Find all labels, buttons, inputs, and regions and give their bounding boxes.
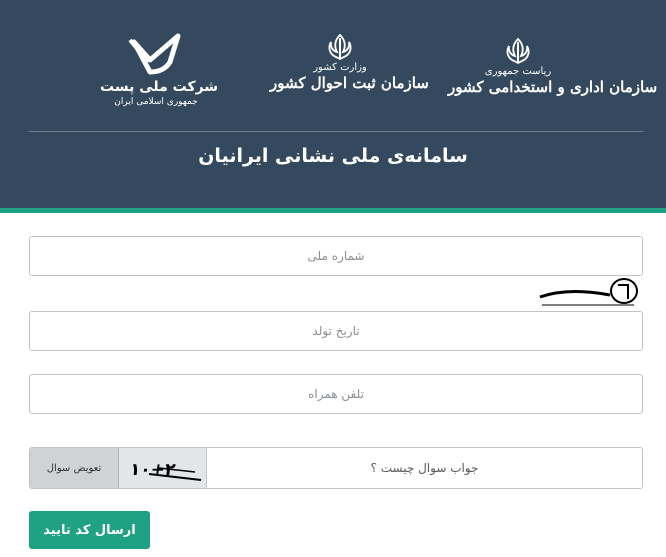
sabt-ahval-logo: وزارت کشور سازمان ثبت احوال کشور xyxy=(270,32,429,92)
captcha-answer-input[interactable] xyxy=(207,448,642,488)
watermark-logo xyxy=(539,278,638,306)
captcha-group: تعویض سوال ۱۰+۲ xyxy=(29,447,643,489)
change-captcha-button[interactable]: تعویض سوال xyxy=(30,448,119,488)
page-title: سامانه‌ی ملی نشانی ایرانیان xyxy=(198,145,468,167)
national-post-logo: شرکت ملی پست جمهوری اسلامی ایران xyxy=(100,32,219,108)
mobile-input[interactable] xyxy=(29,374,643,414)
header-divider xyxy=(29,131,643,132)
accent-bar xyxy=(0,208,666,213)
send-verification-button[interactable]: ارسال کد تایید xyxy=(29,511,150,549)
estekhdam-logo-title: سازمان اداری و استخدامی کشور xyxy=(448,78,658,96)
iran-emblem-icon xyxy=(328,33,352,61)
post-bird-icon xyxy=(128,33,181,75)
sabt-logo-ministry: وزارت کشور xyxy=(313,62,367,73)
iran-emblem-icon xyxy=(506,37,530,65)
estekhdam-logo-presidency: ریاست جمهوری xyxy=(484,66,552,77)
sabt-logo-title: سازمان ثبت احوال کشور xyxy=(270,74,429,92)
header-banner: شرکت ملی پست جمهوری اسلامی ایران وزارت ک… xyxy=(0,0,666,208)
birth-date-input[interactable] xyxy=(29,311,643,351)
post-logo-subtitle: جمهوری اسلامی ایران xyxy=(114,97,198,107)
national-code-input[interactable] xyxy=(29,236,643,276)
change-captcha-label: تعویض سوال xyxy=(46,462,102,474)
post-logo-title: شرکت ملی پست xyxy=(100,79,219,95)
captcha-image: ۱۰+۲ xyxy=(119,448,207,488)
estekhdam-logo: ریاست جمهوری سازمان اداری و استخدامی کشو… xyxy=(448,36,658,96)
captcha-scribble: ۱۰+۲ xyxy=(129,460,202,481)
